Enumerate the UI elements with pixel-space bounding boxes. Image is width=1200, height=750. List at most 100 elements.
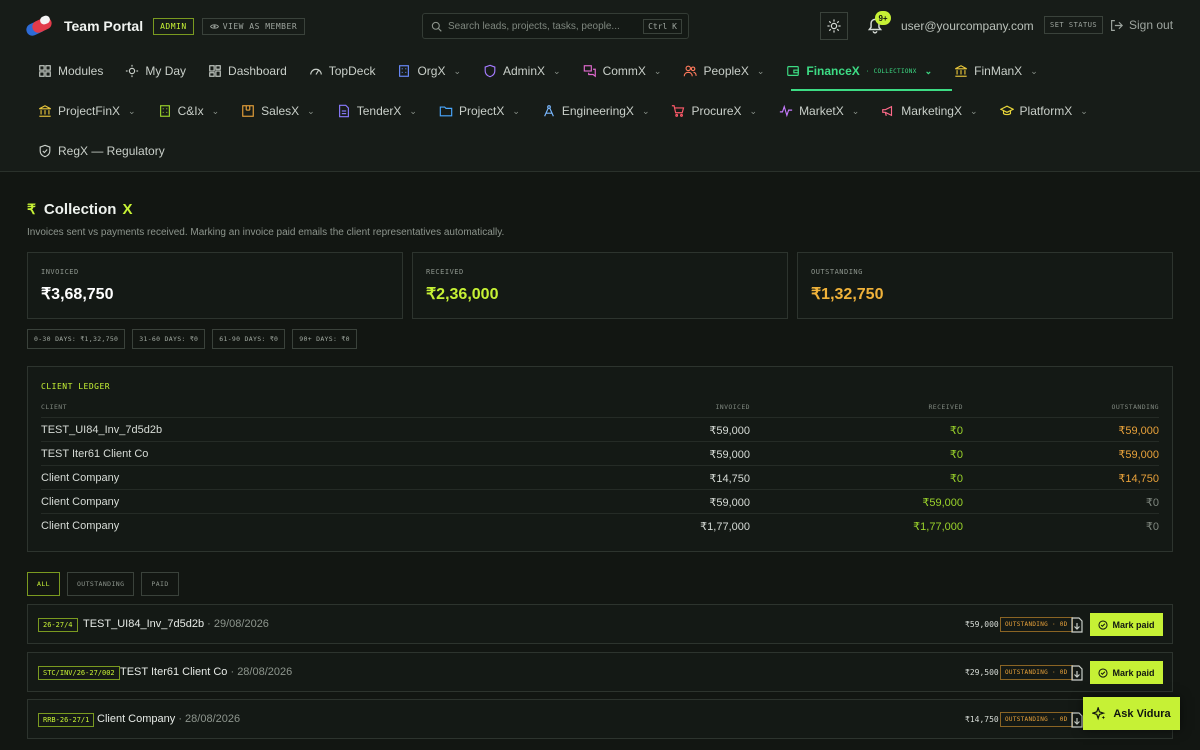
invoice-row[interactable]: RRB-26-27/1 Client Company · 28/08/2026 …	[27, 699, 1173, 739]
download-icon[interactable]	[1070, 712, 1084, 728]
ledger-title: CLIENT LEDGER	[41, 382, 111, 391]
nav-item-my-day[interactable]: My Day	[125, 64, 186, 78]
invoice-client: TEST_UI84_Inv_7d5d2b · 29/08/2026	[83, 618, 269, 630]
theme-toggle-button[interactable]	[820, 12, 848, 40]
nav-item-finmanx[interactable]: FinManX ⌄	[954, 64, 1038, 78]
box-icon	[242, 105, 254, 117]
nav-item-regx[interactable]: RegX — Regulatory	[38, 144, 165, 158]
nav-item-orgx[interactable]: OrgX ⌄	[397, 64, 461, 78]
chevron-down-icon: ⌄	[512, 105, 520, 116]
ledger-outstanding: ₹59,000	[1118, 449, 1159, 461]
invoice-client-name: TEST Iter61 Client Co	[120, 666, 228, 678]
sign-out-button[interactable]: Sign out	[1110, 18, 1173, 32]
filter-outstanding[interactable]: OUTSTANDING	[66, 572, 135, 596]
stat-label: RECEIVED	[426, 268, 464, 276]
chat-icon	[583, 65, 596, 78]
download-icon[interactable]	[1070, 665, 1084, 681]
ask-vidura-button[interactable]: Ask Vidura	[1083, 697, 1180, 730]
eye-icon	[209, 23, 219, 29]
nav-label: FinManX	[974, 64, 1023, 78]
stat-card-received: RECEIVED ₹2,36,000	[412, 252, 788, 319]
nav-item-projectfinx[interactable]: ProjectFinX ⌄	[38, 104, 136, 118]
nav-item-marketx[interactable]: MarketX ⌄	[779, 104, 859, 118]
search-input[interactable]: Search leads, projects, tasks, people...…	[422, 13, 689, 39]
nav-item-dashboard[interactable]: Dashboard	[208, 64, 287, 78]
nav-label: TenderX	[356, 104, 402, 118]
ledger-invoiced: ₹1,77,000	[700, 521, 750, 533]
nav-item-engineeringx[interactable]: EngineeringX ⌄	[542, 104, 649, 118]
invoice-number: STC/INV/26-27/002	[38, 666, 120, 680]
shield-icon	[484, 64, 496, 78]
pulse-icon	[779, 104, 793, 118]
role-badge: ADMIN	[153, 17, 194, 35]
bank-icon	[955, 65, 968, 77]
nav-item-peoplex[interactable]: PeopleX ⌄	[683, 64, 764, 78]
dashboard-icon	[209, 65, 221, 77]
aging-chip: 0-30 DAYS: ₹1,32,750	[27, 329, 126, 349]
chevron-down-icon: ⌄	[1030, 65, 1038, 76]
user-email[interactable]: user@yourcompany.com	[901, 19, 1034, 33]
check-circle-icon	[1098, 667, 1109, 678]
column-header-outstanding: OUTSTANDING	[1111, 403, 1159, 411]
chevron-down-icon: ⌄	[653, 65, 662, 76]
page-title-text: Collection	[43, 201, 117, 218]
nav-item-commx[interactable]: CommX ⌄	[583, 64, 662, 78]
nav-label: My Day	[145, 64, 187, 78]
nav-item-platformx[interactable]: PlatformX ⌄	[999, 104, 1088, 118]
mark-paid-button[interactable]: Mark paid	[1090, 661, 1163, 684]
grid-icon	[39, 65, 51, 77]
nav-label: OrgX	[417, 64, 446, 78]
nav-item-projectx[interactable]: ProjectX ⌄	[439, 104, 520, 118]
nav-item-modules[interactable]: Modules	[38, 64, 103, 78]
invoice-status-badge: OUTSTANDING · 0D	[1000, 712, 1073, 727]
ledger-outstanding: ₹14,750	[1118, 473, 1159, 485]
nav-item-procurex[interactable]: ProcureX ⌄	[671, 104, 757, 118]
nav-label: PlatformX	[1019, 104, 1073, 118]
ledger-client: Client Company	[41, 520, 120, 532]
download-icon[interactable]	[1070, 617, 1084, 633]
nav-item-topdeck[interactable]: TopDeck	[309, 64, 375, 78]
set-status-button[interactable]: SET STATUS	[1044, 16, 1104, 34]
brand[interactable]: Team Portal ADMIN VIEW AS MEMBER	[24, 14, 306, 38]
ledger-client: TEST Iter61 Client Co	[41, 448, 149, 460]
stat-label: OUTSTANDING	[811, 268, 863, 276]
active-nav-indicator	[791, 89, 952, 91]
mark-paid-button[interactable]: Mark paid	[1090, 613, 1163, 636]
nav-item-cix[interactable]: C&Ix ⌄	[158, 104, 219, 118]
chevron-down-icon: ⌄	[756, 65, 765, 76]
sign-out-icon	[1111, 19, 1123, 31]
invoice-row[interactable]: 26-27/4 TEST_UI84_Inv_7d5d2b · 29/08/202…	[27, 604, 1173, 644]
bank-icon	[39, 105, 51, 117]
nav-label: ProjectX	[458, 104, 505, 118]
ledger-invoiced: ₹59,000	[709, 497, 750, 509]
nav-item-tenderx[interactable]: TenderX ⌄	[337, 104, 417, 118]
nav-item-adminx[interactable]: AdminX ⌄	[483, 64, 561, 78]
invoice-row[interactable]: STC/INV/26-27/002 TEST Iter61 Client Co …	[27, 652, 1173, 692]
invoice-number: 26-27/4	[38, 618, 78, 632]
search-icon	[431, 21, 442, 32]
stat-value: ₹3,68,750	[41, 286, 114, 303]
aging-chip: 31-60 DAYS: ₹0	[132, 329, 206, 349]
stat-card-outstanding: OUTSTANDING ₹1,32,750	[797, 252, 1173, 319]
nav-row-1: Modules My Day Dashboard TopDeck OrgX ⌄ …	[38, 61, 1060, 81]
column-header-invoiced: INVOICED	[715, 403, 750, 411]
top-navigation: Team Portal ADMIN VIEW AS MEMBER Search …	[0, 0, 1200, 172]
invoice-client: TEST Iter61 Client Co · 28/08/2026	[120, 666, 293, 678]
nav-row-3: RegX — Regulatory	[38, 141, 187, 161]
table-row: TEST_UI84_Inv_7d5d2b ₹59,000 ₹0 ₹59,000	[41, 417, 1159, 441]
table-row: Client Company ₹14,750 ₹0 ₹14,750	[41, 465, 1159, 489]
filter-paid[interactable]: PAID	[141, 572, 179, 596]
stat-label: INVOICED	[41, 268, 79, 276]
invoice-filters: ALL OUTSTANDING PAID	[27, 572, 179, 596]
nav-item-salesx[interactable]: SalesX ⌄	[241, 104, 315, 118]
view-as-member-button[interactable]: VIEW AS MEMBER	[201, 17, 306, 35]
wallet-icon	[787, 66, 800, 76]
filter-all[interactable]: ALL	[27, 572, 60, 596]
ledger-outstanding: ₹0	[1145, 521, 1159, 533]
table-row: TEST Iter61 Client Co ₹59,000 ₹0 ₹59,000	[41, 441, 1159, 465]
nav-item-financex[interactable]: FinanceX · COLLECTIONX ⌄	[786, 64, 932, 78]
nav-item-marketingx[interactable]: MarketingX ⌄	[881, 104, 978, 118]
ledger-outstanding: ₹0	[1145, 497, 1159, 509]
nav-label: PeopleX	[703, 64, 749, 78]
nav-label: FinanceX	[806, 64, 860, 78]
